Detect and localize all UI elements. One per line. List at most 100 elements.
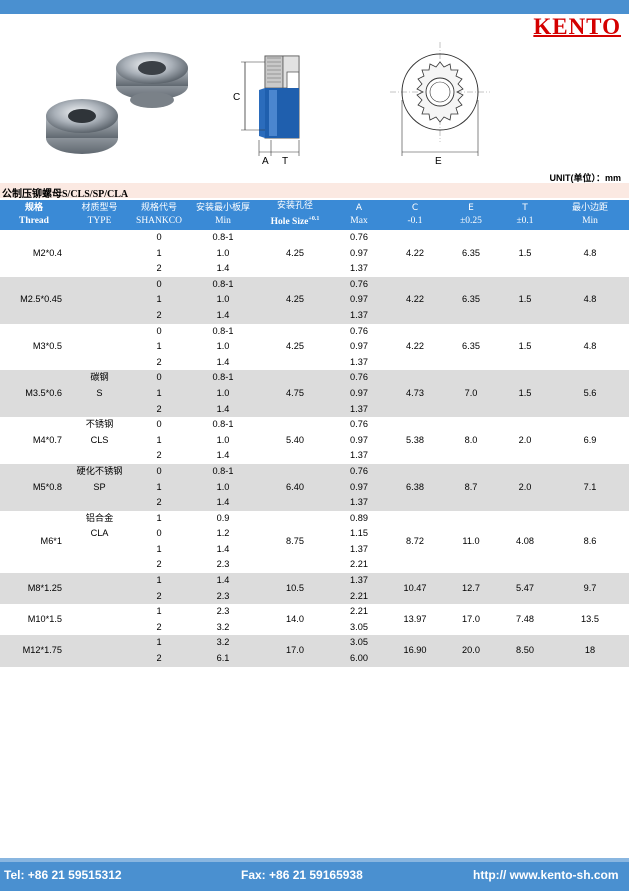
shank-code-value: 2: [156, 450, 162, 461]
a-max: 0.76 0.97 1.37: [331, 463, 387, 511]
header-en-text: SHANKCO: [136, 216, 182, 226]
header-en: SHANKCO: [131, 215, 187, 228]
header-cell: 规格代号 SHANKCO: [131, 200, 187, 230]
min-sheet-value: 1.0: [216, 481, 230, 492]
a-max-value: 0.76: [350, 232, 368, 242]
product-photo: [46, 52, 188, 154]
shank-code-value: 2: [156, 403, 162, 414]
min-sheet: 1.4 2.3: [187, 573, 259, 605]
min-sheet-value: 2.3: [216, 559, 230, 570]
type-material: 碳钢: [90, 372, 109, 383]
thread-cell: M12*1.75: [0, 635, 68, 667]
header-en-text: Min: [582, 216, 598, 226]
shank-code-value: 2: [156, 263, 162, 274]
thread-cell: M3*0.5: [0, 323, 68, 371]
a-max: 2.21 3.05: [331, 604, 387, 636]
e-value: 17.0: [443, 604, 499, 636]
header-en-text: -0.1: [407, 216, 423, 226]
a-max: 0.89 1.15 1.37 2.21: [331, 510, 387, 574]
c-value: 8.72: [387, 510, 443, 574]
min-sheet-value: 1.4: [216, 309, 230, 320]
edge-distance: 4.8: [551, 323, 629, 371]
a-max-value: 1.37: [350, 543, 368, 554]
shank-code-value: 1: [156, 247, 162, 258]
shank-code: 12: [131, 604, 187, 636]
shank-code-value: 0: [156, 419, 162, 430]
spec-table: 规格 Thread 材质型号 TYPE 规格代号 SHANKCO 安装最小板厚 Min 安装孔径…: [0, 200, 629, 667]
t-value: 8.50: [499, 635, 551, 667]
thread-value: M12*1.75: [22, 645, 62, 656]
type-cell: 不锈钢 CLS: [68, 417, 131, 464]
min-sheet-value: 3.2: [216, 637, 230, 648]
footer-tel: Tel: +86 21 59515312: [4, 868, 122, 882]
footer-web[interactable]: http:// www.kento-sh.com: [473, 868, 619, 882]
a-max-value: 3.05: [350, 637, 368, 648]
type-cell: [68, 230, 131, 277]
shank-code-value: 0: [156, 528, 162, 539]
label-e: E: [435, 156, 442, 167]
thread-cell: M4*0.7: [0, 417, 68, 464]
thread-value: M2*0.4: [32, 247, 62, 258]
type-cell: [68, 604, 131, 636]
type-cell: [68, 276, 131, 324]
a-max-value: 0.97: [350, 294, 368, 305]
type-code: CLS: [90, 434, 109, 445]
table-row: M3*0.5 0 1 2 0.8-1 1.0 1.4 4.25 0.76 0.97 1.37 4.22…: [0, 323, 629, 371]
a-max: 0.76 0.97 1.37: [331, 323, 387, 371]
table-row: M2*0.4 0 1 2 0.8-1 1.0 1.4 4.25 0.76 0.97 1.37 4.22…: [0, 230, 629, 277]
brand-logo: KENTO: [533, 14, 621, 39]
shank-code-value: 1: [156, 294, 162, 305]
c-value: 16.90: [387, 635, 443, 667]
table-header-row: 规格 Thread 材质型号 TYPE 规格代号 SHANKCO 安装最小板厚 Min 安装孔径…: [0, 200, 629, 230]
type-cell: 碳钢 S: [68, 370, 131, 418]
e-value: 6.35: [443, 276, 499, 324]
c-value: 5.38: [387, 417, 443, 464]
min-sheet-value: 1.4: [216, 543, 230, 554]
shank-code-value: 1: [156, 481, 162, 492]
thread-value: M8*1.25: [27, 582, 62, 593]
c-value: 13.97: [387, 604, 443, 636]
a-max-value: 1.37: [350, 263, 368, 274]
thread-value: M10*1.5: [27, 614, 62, 625]
hole-size: 4.25: [259, 230, 331, 277]
min-sheet-value: 1.0: [216, 434, 230, 445]
header-zh: 安装孔径: [276, 201, 313, 212]
type-cell: 硬化不锈钢 SP: [68, 463, 131, 511]
a-max-value: 2.21: [350, 590, 368, 601]
edge-distance: 6.9: [551, 417, 629, 464]
thread-cell: M6*1: [0, 510, 68, 574]
header-zh: 安装最小板厚: [195, 203, 250, 213]
header-en: Thread: [0, 215, 68, 228]
min-sheet-value: 1.4: [216, 356, 230, 367]
table-row: M4*0.7 不锈钢 CLS 0 1 2 0.8-1 1.0 1.4 5.40 0.76 0.97 1.…: [0, 417, 629, 464]
header-en-text: Thread: [19, 216, 49, 226]
c-value: 6.38: [387, 463, 443, 511]
footer-fax: Fax: +86 21 59165938: [241, 868, 363, 882]
header-cell: C -0.1: [387, 200, 443, 230]
min-sheet-value: 1.0: [216, 387, 230, 398]
min-sheet-value: 1.4: [216, 575, 230, 586]
table-row: M2.5*0.45 0 1 2 0.8-1 1.0 1.4 4.25 0.76 0.97 1.37 4…: [0, 276, 629, 324]
thread-value: M3.5*0.6: [25, 387, 62, 398]
header-zh: 材质型号: [81, 203, 118, 213]
header-en: -0.1: [387, 215, 443, 228]
label-t: T: [282, 156, 288, 167]
a-max-value: 0.97: [350, 481, 368, 492]
side-section-drawing: C A T: [233, 55, 300, 167]
a-max-value: 0.89: [350, 512, 368, 523]
thread-value: M6*1: [40, 536, 62, 547]
nut-photo-front: [46, 99, 118, 154]
shank-code-value: 1: [156, 543, 162, 554]
table-row: M8*1.25 1 2 1.4 2.3 10.5 1.37 2.21 10.47 12.7 5.47…: [0, 573, 629, 605]
t-value: 2.0: [499, 463, 551, 511]
a-max-value: 2.21: [350, 559, 368, 570]
a-max-value: 0.76: [350, 278, 368, 289]
a-max-value: 1.37: [350, 403, 368, 414]
table-row: M10*1.5 1 2 2.3 3.2 14.0 2.21 3.05 13.97 17.0 7.48…: [0, 604, 629, 636]
shank-code-value: 2: [156, 356, 162, 367]
shank-code-value: 2: [156, 559, 162, 570]
shank-code: 0 1 2: [131, 230, 187, 277]
t-value: 1.5: [499, 323, 551, 371]
c-value: 4.22: [387, 230, 443, 277]
header-zh: A: [355, 203, 363, 213]
